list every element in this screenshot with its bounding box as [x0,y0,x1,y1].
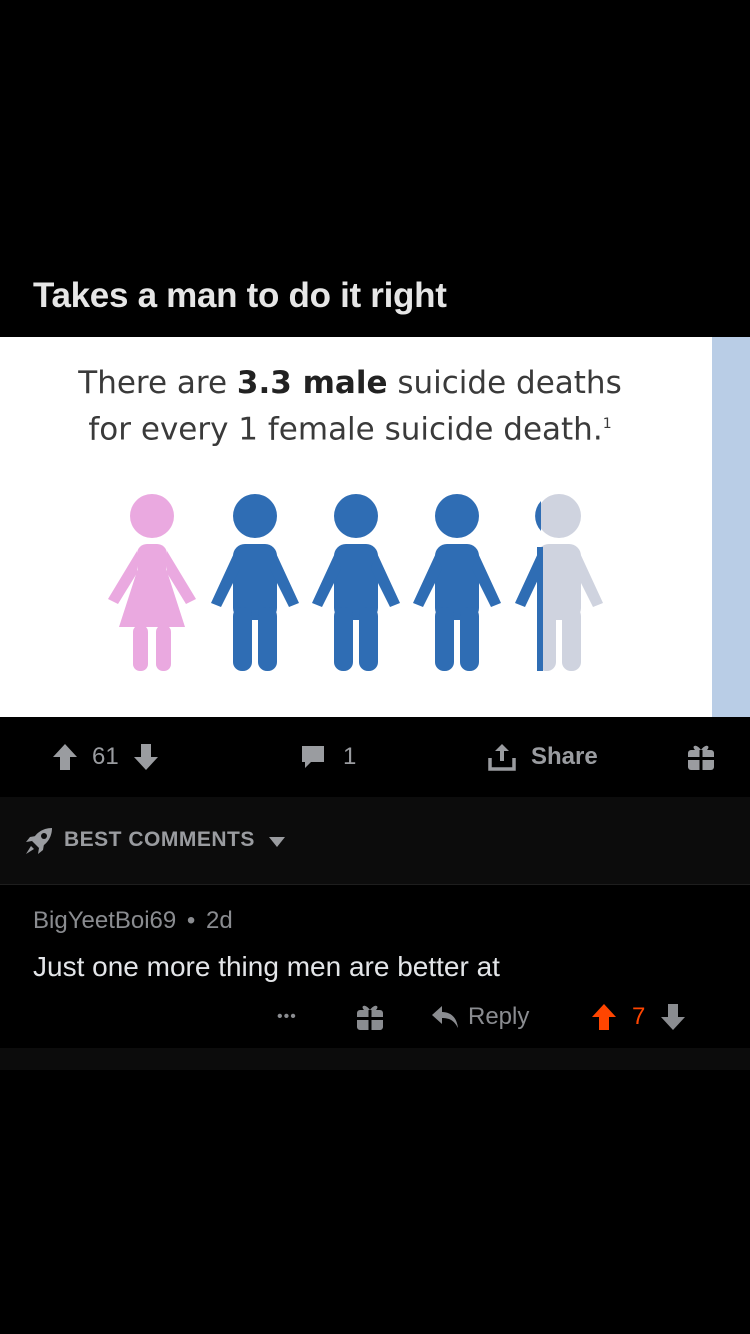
comment-body: Just one more thing men are better at [33,951,500,982]
downvote-arrow-icon[interactable] [133,743,159,771]
share-icon [488,744,516,771]
male-figure-icon [211,494,299,671]
sort-label: BEST COMMENTS [64,828,255,851]
share-button[interactable]: Share [487,741,598,773]
comment-more-button[interactable]: ••• [277,1001,297,1033]
comments-sort-bar[interactable]: BEST COMMENTS [0,797,750,885]
vote-group: 61 [52,741,159,773]
comment-age: 2d [206,907,233,934]
award-button[interactable] [686,741,716,773]
female-figure-icon [108,494,196,671]
male-figure-icon [413,494,501,671]
upvote-count: 61 [92,743,119,770]
people-figures [108,494,603,671]
caret-down-icon [269,837,285,847]
upvote-arrow-icon[interactable] [52,743,78,771]
comment-meta: BigYeetBoi69 • 2d [33,907,233,935]
comments-button[interactable]: 1 [299,741,356,773]
rocket-icon [26,828,52,854]
more-dots-icon: ••• [277,1008,297,1025]
meta-separator: • [186,907,196,934]
comment-author[interactable]: BigYeetBoi69 [33,907,176,934]
reply-button[interactable]: Reply [430,1001,529,1033]
share-label: Share [531,743,598,770]
comment-vote-group: 7 [590,1001,687,1033]
comment-list-footer [0,1048,750,1070]
male-figure-icon [312,494,400,671]
upvote-arrow-icon[interactable] [590,1003,618,1031]
downvote-arrow-icon[interactable] [659,1003,687,1031]
post-image[interactable]: There are 3.3 male suicide deaths for ev… [0,337,750,717]
reply-arrow-icon [432,1006,458,1028]
comment-count: 1 [343,743,357,770]
post-title[interactable]: Takes a man to do it right [33,276,713,316]
reply-label: Reply [468,1003,530,1030]
comment-score: 7 [632,1003,646,1030]
gift-icon [357,1005,383,1030]
comment: BigYeetBoi69 • 2d Just one more thing me… [0,885,750,1048]
post-action-bar: 61 1 Share [0,717,750,797]
comment-award-button[interactable] [355,1001,385,1033]
gift-icon [688,745,714,770]
comment-bubble-icon [302,746,324,768]
partial-male-figure-icon [515,494,603,671]
